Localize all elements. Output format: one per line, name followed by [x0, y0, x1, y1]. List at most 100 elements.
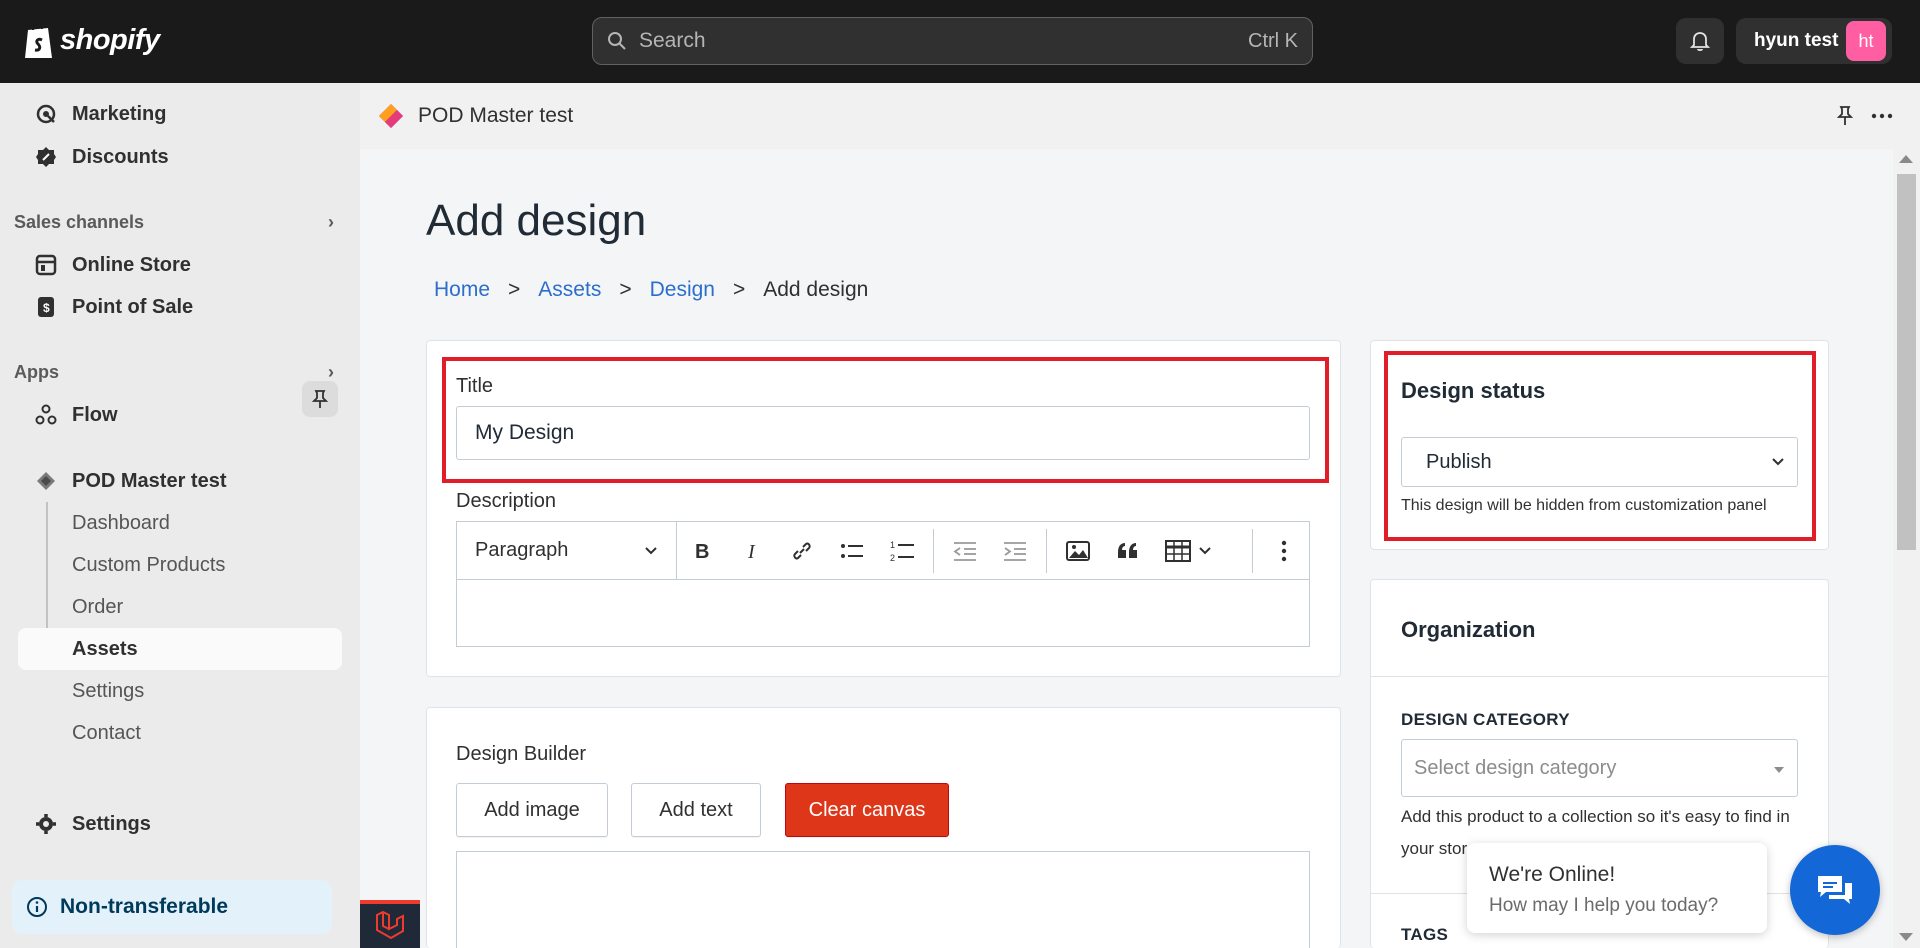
- sidebar-item-label: Point of Sale: [72, 295, 194, 318]
- breadcrumb-design[interactable]: Design: [650, 278, 715, 302]
- gear-icon: [28, 806, 64, 842]
- breadcrumb-home[interactable]: Home: [434, 278, 490, 302]
- apps-label: Apps: [14, 362, 59, 382]
- design-category-help-line1: Add this product to a collection so it's…: [1401, 807, 1790, 826]
- sidebar-item-assets[interactable]: Assets: [18, 628, 342, 670]
- svg-text:1: 1: [890, 540, 895, 550]
- design-category-select[interactable]: Select design category: [1401, 739, 1798, 797]
- bullet-list-icon: [841, 543, 863, 558]
- link-button[interactable]: [777, 522, 827, 579]
- bold-icon: B: [695, 541, 709, 562]
- chat-subtitle: How may I help you today?: [1489, 895, 1719, 916]
- rich-text-toolbar: Paragraph B I 12: [456, 521, 1310, 579]
- sidebar-item-flow[interactable]: Flow: [18, 394, 342, 436]
- sidebar-item-settings-sub[interactable]: Settings: [18, 670, 342, 712]
- sidebar-item-online-store[interactable]: Online Store: [18, 244, 342, 286]
- search-shortcut: Ctrl K: [1248, 29, 1298, 52]
- avatar: ht: [1846, 21, 1886, 61]
- breadcrumb-separator: >: [732, 278, 746, 301]
- sidebar-item-discounts[interactable]: Discounts: [18, 136, 342, 178]
- user-name: hyun test: [1754, 30, 1839, 51]
- add-image-button[interactable]: Add image: [456, 783, 608, 837]
- notifications-button[interactable]: [1676, 18, 1724, 64]
- breadcrumb-separator: >: [619, 278, 632, 301]
- numbered-list-button[interactable]: 12: [877, 522, 927, 579]
- paragraph-format-select[interactable]: Paragraph: [457, 522, 677, 579]
- design-status-help: This design will be hidden from customiz…: [1401, 497, 1767, 514]
- store-icon: [28, 247, 64, 283]
- clear-canvas-button[interactable]: Clear canvas: [785, 783, 949, 837]
- title-input[interactable]: My Design: [456, 406, 1310, 460]
- pin-icon: [311, 390, 329, 408]
- design-category-placeholder: Select design category: [1414, 756, 1617, 779]
- add-text-button[interactable]: Add text: [631, 783, 761, 837]
- scrollbar-thumb[interactable]: [1897, 174, 1916, 550]
- sidebar-item-dashboard[interactable]: Dashboard: [18, 502, 342, 544]
- svg-text:B: B: [695, 541, 709, 562]
- sidebar-item-contact[interactable]: Contact: [18, 712, 342, 754]
- sidebar-item-marketing[interactable]: Marketing: [18, 93, 342, 135]
- indent-button[interactable]: [990, 522, 1040, 579]
- sales-channels-label: Sales channels: [14, 212, 145, 232]
- shopify-logo[interactable]: shopify: [22, 20, 160, 60]
- svg-text:2: 2: [890, 553, 895, 563]
- blockquote-button[interactable]: [1103, 522, 1153, 579]
- pin-app-button[interactable]: [302, 381, 338, 417]
- design-canvas[interactable]: [456, 851, 1310, 948]
- info-icon: [27, 897, 47, 917]
- design-category-help-line2: your stor: [1401, 839, 1468, 858]
- sidebar-item-pod-master[interactable]: POD Master test: [18, 460, 342, 502]
- scroll-up-arrow[interactable]: [1899, 155, 1913, 163]
- bold-button[interactable]: B: [677, 522, 727, 579]
- sidebar-item-order[interactable]: Order: [18, 586, 342, 628]
- insert-table-button[interactable]: [1153, 522, 1225, 579]
- sidebar-item-settings[interactable]: Settings: [18, 803, 342, 845]
- sidebar-item-label: Online Store: [72, 253, 191, 276]
- breadcrumb-assets[interactable]: Assets: [538, 278, 601, 302]
- scroll-down-arrow[interactable]: [1899, 933, 1913, 941]
- design-builder-label: Design Builder: [456, 743, 587, 765]
- apps-heading[interactable]: Apps ›: [14, 362, 334, 383]
- chevron-down-icon: [645, 546, 657, 554]
- insert-image-button[interactable]: [1053, 522, 1103, 579]
- flow-icon: [28, 397, 64, 433]
- search-bar[interactable]: Search Ctrl K: [592, 17, 1313, 65]
- open-chat-button[interactable]: [1790, 845, 1880, 935]
- paragraph-format-value: Paragraph: [475, 539, 569, 561]
- app-header: POD Master test: [360, 83, 1920, 149]
- search-placeholder: Search: [639, 29, 706, 52]
- description-label: Description: [456, 490, 557, 512]
- design-category-label: DESIGN CATEGORY: [1401, 710, 1570, 729]
- more-options-icon[interactable]: [1870, 105, 1894, 127]
- bullet-list-button[interactable]: [827, 522, 877, 579]
- svg-text:$: $: [43, 301, 50, 315]
- design-status-select[interactable]: Publish: [1401, 437, 1798, 487]
- user-menu-button[interactable]: hyun test ht: [1736, 18, 1892, 64]
- more-vertical-icon: [1281, 540, 1287, 561]
- outdent-button[interactable]: [940, 522, 990, 579]
- design-status-value: Publish: [1426, 450, 1492, 473]
- description-editor[interactable]: [456, 579, 1310, 647]
- design-status-title: Design status: [1401, 378, 1546, 403]
- tags-label: TAGS: [1401, 925, 1449, 944]
- table-icon: [1165, 539, 1211, 562]
- sidebar-item-label: Settings: [72, 812, 151, 835]
- non-transferable-badge[interactable]: Non-transferable: [12, 880, 332, 934]
- more-tools-button[interactable]: [1259, 522, 1309, 579]
- italic-button[interactable]: I: [727, 522, 777, 579]
- bell-icon: [1689, 32, 1711, 52]
- svg-text:I: I: [747, 541, 756, 562]
- breadcrumb-separator: >: [508, 278, 521, 301]
- link-icon: [793, 542, 811, 559]
- chat-greeting-bubble[interactable]: We're Online! How may I help you today?: [1467, 843, 1767, 933]
- italic-icon: I: [747, 541, 756, 562]
- sidebar-item-label: Discounts: [72, 145, 169, 168]
- caret-down-icon: [1774, 767, 1784, 773]
- sales-channels-heading[interactable]: Sales channels ›: [14, 212, 334, 233]
- laravel-logo-icon: [376, 910, 404, 940]
- sidebar-item-custom-products[interactable]: Custom Products: [18, 544, 342, 586]
- image-icon: [1066, 540, 1090, 561]
- sidebar-item-point-of-sale[interactable]: $ Point of Sale: [18, 286, 342, 328]
- laravel-debugbar-toggle[interactable]: [360, 900, 420, 948]
- pin-icon[interactable]: [1836, 105, 1854, 127]
